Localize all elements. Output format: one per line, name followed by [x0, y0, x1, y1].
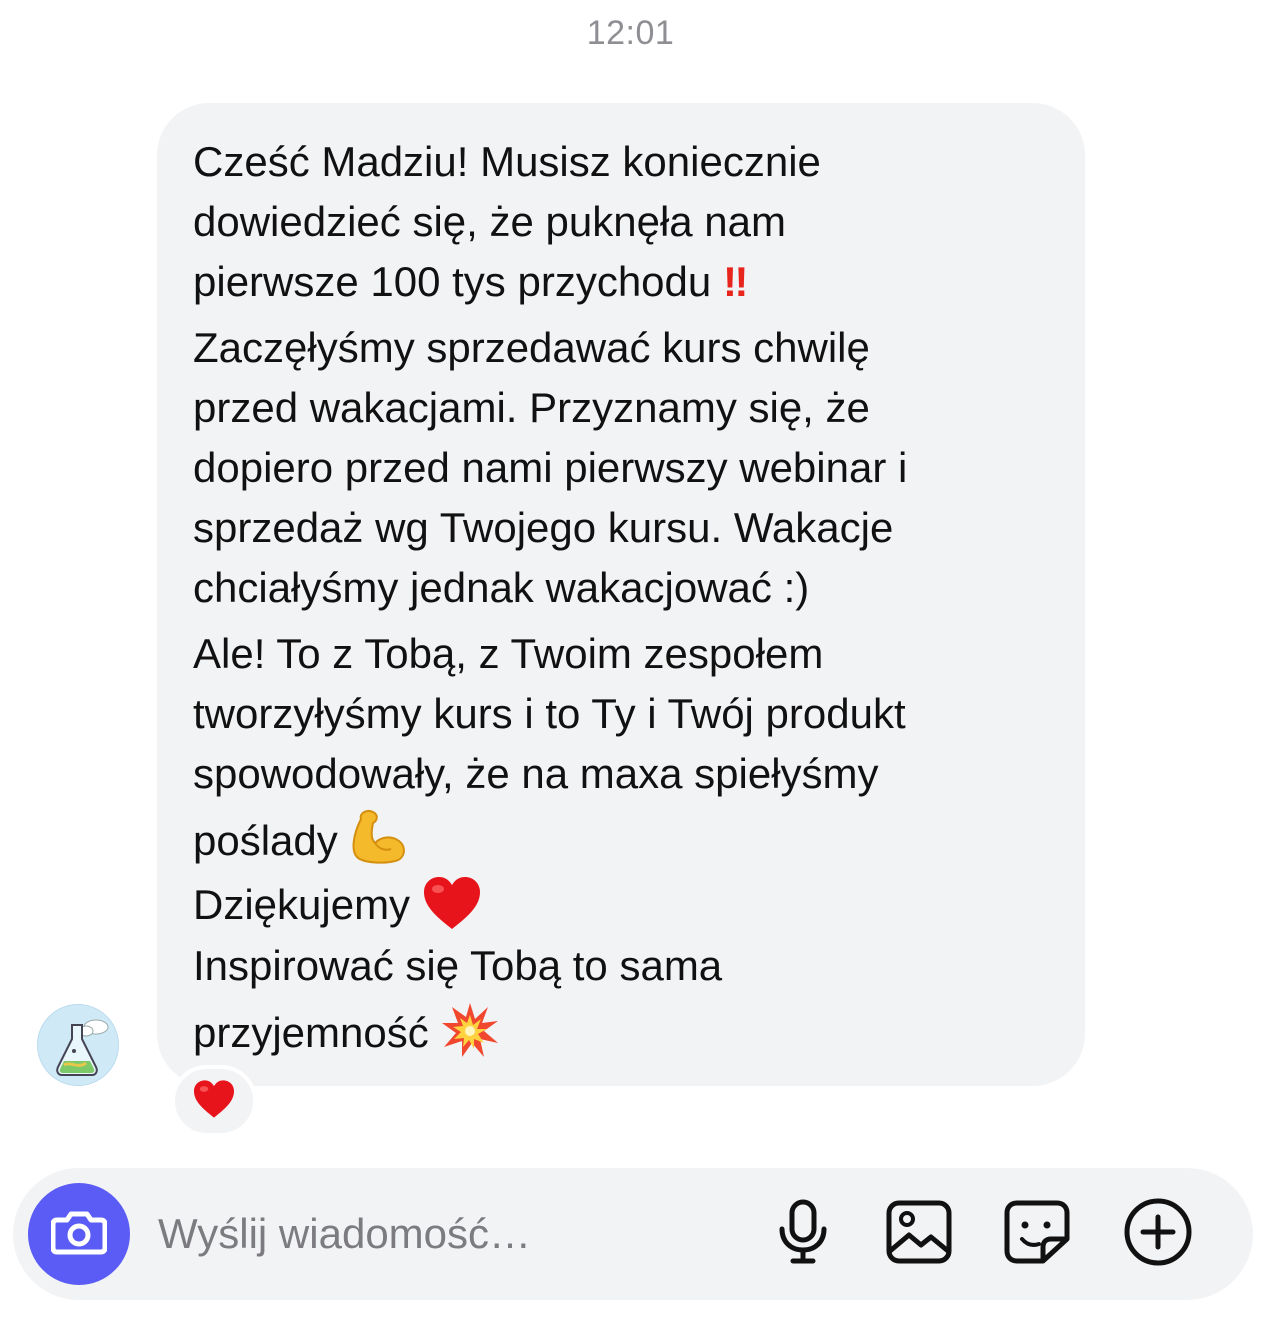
message-bubble[interactable]: Cześć Madziu! Musisz koniecznie dowiedzi… [157, 103, 1085, 1086]
message-line: Inspirować się Tobą to sama [193, 942, 723, 989]
message-line: pierwsze 100 tys przychodu ‼ [193, 258, 748, 305]
message-composer [13, 1168, 1253, 1300]
red-heart-emoji [422, 877, 482, 929]
message-line: dowiedzieć się, że puknęła nam [193, 198, 787, 245]
microphone-button[interactable] [765, 1196, 841, 1272]
message-line: przyjemność [193, 1001, 500, 1059]
message-line: sprzedaż wg Twojego kursu. Wakacje [193, 504, 894, 551]
camera-button[interactable] [28, 1183, 130, 1285]
message-line: Cześć Madziu! Musisz koniecznie [193, 138, 821, 185]
heart-reaction[interactable] [171, 1065, 257, 1137]
more-button[interactable] [1120, 1196, 1196, 1272]
double-exclamation-emoji: ‼ [722, 258, 748, 305]
image-icon [885, 1199, 953, 1270]
red-heart-icon [192, 1079, 236, 1124]
message-line: tworzyłyśmy kurs i to Ty i Twój produkt [193, 690, 906, 737]
plus-icon [1123, 1197, 1193, 1272]
camera-icon [50, 1208, 108, 1261]
message-line: Dziękujemy [193, 875, 482, 931]
sticker-icon [1003, 1199, 1071, 1270]
message-line: Ale! To z Tobą, z Twoim zespołem [193, 630, 824, 677]
message-timestamp: 12:01 [586, 14, 675, 52]
sender-avatar[interactable] [37, 1004, 119, 1086]
sticker-button[interactable] [999, 1196, 1075, 1272]
gallery-button[interactable] [881, 1196, 957, 1272]
message-line: chciałyśmy jednak wakacjować :) [193, 564, 810, 611]
message-line: spowodowały, że na maxa spiełyśmy [193, 750, 879, 797]
message-line: dopiero przed nami pierwszy webinar i [193, 444, 908, 491]
message-line: Zaczęłyśmy sprzedawać kurs chwilę [193, 324, 870, 371]
message-input[interactable] [158, 1204, 718, 1264]
flexed-biceps-emoji [349, 809, 407, 864]
collision-emoji [440, 1003, 500, 1057]
message-line: przed wakacjami. Przyznamy się, że [193, 384, 870, 431]
microphone-icon [775, 1199, 831, 1270]
message-line: poślady [193, 809, 407, 866]
